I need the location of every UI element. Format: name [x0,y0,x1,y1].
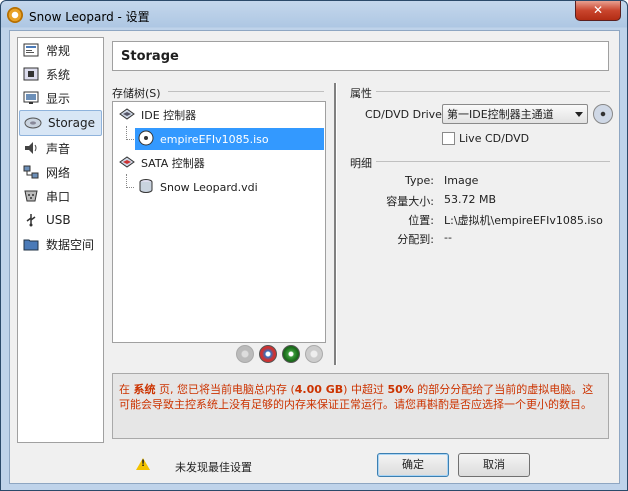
hard-disk-icon [138,178,154,197]
network-icon [22,164,40,180]
settings-window: Snow Leopard - 设置 ✕ 常规 系统 显示 Storage 声音 … [0,0,628,491]
panel-splitter[interactable] [334,83,337,365]
sidebar-item-label: 显示 [46,91,71,106]
detail-key: Type: [405,174,434,187]
tree-connector [126,139,134,141]
divider [376,91,610,92]
choose-disc-icon[interactable] [593,104,613,124]
sidebar-item-general[interactable]: 常规 [18,38,103,62]
storage-tree-label: 存储树(S) [112,87,161,100]
add-attachment-icon[interactable] [259,345,277,363]
divider [168,91,324,92]
tree-item-sata-controller[interactable]: SATA 控制器 [119,152,319,174]
page-title: Storage [112,41,609,71]
warning-text: 在 [119,383,134,396]
drive-select[interactable]: 第一IDE控制器主通道 [442,104,588,124]
sidebar-item-storage[interactable]: Storage [19,110,102,136]
detail-value: -- [444,231,452,244]
window-title: Snow Leopard - 设置 [29,10,150,24]
close-button[interactable]: ✕ [575,1,621,21]
tree-connector [126,126,128,140]
add-controller-icon[interactable] [236,345,254,363]
general-icon [22,42,40,58]
status-text: 未发现最佳设置 [175,461,252,474]
cancel-button[interactable]: 取消 [458,453,530,477]
sidebar-item-system[interactable]: 系统 [18,62,103,86]
sidebar-item-label: 常规 [46,43,71,58]
tree-item-iso-attachment[interactable]: empireEFIv1085.iso [135,128,324,150]
settings-sidebar: 常规 系统 显示 Storage 声音 网络 串口 USB 数据空间 [17,37,104,443]
detail-value: Image [444,174,479,187]
shared-folder-icon [22,236,40,252]
gear-icon [7,7,23,23]
sidebar-item-label: 网络 [46,165,71,180]
sata-controller-icon [119,155,135,172]
tree-item-label: Snow Leopard.vdi [160,180,258,194]
attributes-section-label: 属性 [350,87,372,100]
tree-item-label: SATA 控制器 [141,157,205,170]
divider [376,161,610,162]
tree-connector [126,174,128,188]
tree-connector [126,187,134,189]
ok-button[interactable]: 确定 [377,453,449,477]
cd-disc-icon [138,130,154,149]
dialog-client: 常规 系统 显示 Storage 声音 网络 串口 USB 数据空间 Stora… [9,30,620,484]
warning-percent-value: 50% [387,383,414,396]
sidebar-item-display[interactable]: 显示 [18,86,103,110]
tree-item-vdi-attachment[interactable]: Snow Leopard.vdi [135,176,324,198]
drive-label: CD/DVD Drive: [365,108,446,121]
live-cd-label[interactable]: Live CD/DVD [459,132,529,145]
detail-value: 53.72 MB [444,193,497,206]
storage-tree[interactable]: IDE 控制器 empireEFIv1085.iso SATA 控制器 Snow… [112,101,326,343]
sidebar-item-label: 系统 [46,67,71,82]
sidebar-item-network[interactable]: 网络 [18,160,103,184]
sidebar-item-serial[interactable]: 串口 [18,184,103,208]
sidebar-item-label: 声音 [46,141,71,156]
usb-icon [22,212,40,228]
warning-memory-value: 4.00 GB [294,383,344,396]
tree-item-ide-controller[interactable]: IDE 控制器 [119,104,319,126]
chevron-down-icon [575,112,583,117]
details-section-label: 明细 [350,157,372,170]
warning-icon: ! [136,458,150,470]
detail-key: 位置: [408,214,434,227]
title-bar[interactable]: Snow Leopard - 设置 ✕ [1,1,627,29]
sidebar-item-audio[interactable]: 声音 [18,136,103,160]
system-chip-icon [22,66,40,82]
sidebar-item-label: USB [46,213,71,227]
detail-value: L:\虚拟机\empireEFIv1085.iso [444,214,603,227]
tree-item-label: IDE 控制器 [141,109,197,122]
ide-controller-icon [119,107,135,124]
detail-key: 容量大小: [386,195,434,208]
warning-text: ) 中超过 [343,383,388,396]
sidebar-item-label: Storage [48,116,95,130]
display-monitor-icon [22,90,40,106]
warning-text: 页, 您已将当前电脑总内存 ( [155,383,295,396]
add-disk-icon[interactable] [282,345,300,363]
sidebar-item-label: 串口 [46,189,71,204]
tree-item-label: empireEFIv1085.iso [160,132,269,146]
audio-speaker-icon [22,140,40,156]
storage-disk-icon [24,115,42,131]
remove-attachment-icon[interactable] [305,345,323,363]
drive-select-value: 第一IDE控制器主通道 [447,108,554,121]
detail-key: 分配到: [397,233,434,246]
sidebar-item-shared-folders[interactable]: 数据空间 [18,232,103,256]
sidebar-item-label: 数据空间 [46,237,95,252]
sidebar-item-usb[interactable]: USB [18,208,103,232]
warning-page-link: 系统 [133,383,156,396]
live-cd-checkbox[interactable] [442,132,455,145]
memory-warning-message: 在 系统 页, 您已将当前电脑总内存 (4.00 GB) 中超过 50% 的部分… [112,373,609,439]
serial-port-icon [22,188,40,204]
